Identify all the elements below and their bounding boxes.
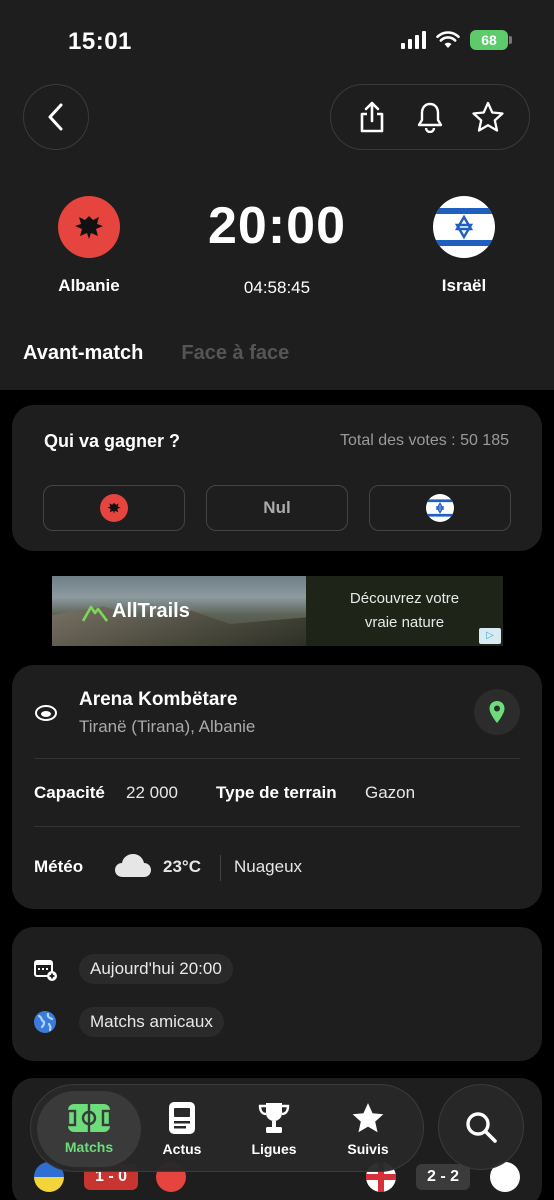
back-button[interactable] bbox=[23, 84, 89, 150]
divider bbox=[220, 855, 221, 881]
vote-home-button[interactable] bbox=[43, 485, 185, 531]
vote-away-button[interactable] bbox=[369, 485, 511, 531]
bell-icon bbox=[417, 102, 443, 133]
nav-ligues[interactable]: Ligues bbox=[241, 1085, 307, 1173]
mountain-icon bbox=[82, 605, 108, 622]
nav-label-actus: Actus bbox=[162, 1141, 202, 1157]
ad-brand: AllTrails bbox=[112, 600, 190, 622]
albania-flag-icon bbox=[100, 494, 128, 522]
venue-card: Arena Kombëtare Tiranë (Tirana), Albanie… bbox=[12, 665, 542, 909]
divider bbox=[34, 826, 520, 827]
ad-line-2: vraie nature bbox=[364, 614, 445, 631]
temperature: 23°C bbox=[163, 857, 201, 876]
bottom-tab-bar: Matchs Actus Ligues Suivis bbox=[30, 1084, 424, 1172]
nav-actus[interactable]: Actus bbox=[149, 1085, 215, 1173]
stadium-icon bbox=[35, 705, 57, 721]
chevron-left-icon bbox=[48, 103, 63, 131]
nav-suivis[interactable]: Suivis bbox=[335, 1085, 401, 1173]
nav-label-suivis: Suivis bbox=[347, 1141, 389, 1157]
tab-pre-match[interactable]: Avant-match bbox=[23, 342, 143, 365]
weather-label: Météo bbox=[34, 857, 84, 876]
match-tabs: Avant-match Face à face bbox=[23, 342, 289, 365]
signal-icon bbox=[401, 31, 426, 49]
vote-title: Qui va gagner ? bbox=[44, 431, 181, 451]
search-button[interactable] bbox=[438, 1084, 524, 1170]
vote-card: Qui va gagner ? Total des votes : 50 185… bbox=[12, 405, 542, 551]
nav-label-matchs: Matchs bbox=[64, 1139, 114, 1155]
capacity-label: Capacité bbox=[34, 783, 105, 802]
score-badge: 2 - 2 bbox=[416, 1164, 470, 1190]
star-icon bbox=[472, 101, 504, 132]
map-pin-icon bbox=[489, 701, 505, 723]
battery-level: 68 bbox=[481, 32, 497, 48]
news-icon bbox=[169, 1102, 195, 1134]
cloud-icon bbox=[115, 854, 151, 877]
home-team[interactable]: Albanie bbox=[29, 196, 149, 296]
vote-total: Total des votes : 50 185 bbox=[340, 432, 509, 449]
globe-icon bbox=[34, 1011, 56, 1033]
status-indicators: 68 bbox=[401, 30, 512, 50]
tab-head-to-head[interactable]: Face à face bbox=[181, 342, 289, 365]
map-button[interactable] bbox=[474, 689, 520, 735]
capacity-value: 22 000 bbox=[126, 783, 178, 802]
israel-flag-icon bbox=[433, 196, 495, 258]
weather-description: Nuageux bbox=[234, 857, 303, 876]
venue-city: Tiranë (Tirana), Albanie bbox=[79, 717, 256, 736]
share-icon bbox=[360, 101, 384, 133]
kickoff-time: 20:00 bbox=[208, 197, 346, 255]
share-button[interactable] bbox=[352, 97, 392, 137]
nav-label-ligues: Ligues bbox=[251, 1141, 297, 1157]
home-team-name: Albanie bbox=[58, 276, 120, 295]
countdown: 04:58:45 bbox=[243, 278, 311, 297]
search-icon bbox=[466, 1112, 497, 1143]
ad-image: AllTrails bbox=[52, 576, 306, 646]
surface-value: Gazon bbox=[365, 783, 416, 802]
nav-matchs[interactable]: Matchs bbox=[37, 1091, 141, 1167]
notifications-button[interactable] bbox=[410, 97, 450, 137]
venue-name: Arena Kombëtare bbox=[79, 689, 238, 710]
pitch-icon bbox=[67, 1104, 111, 1132]
albania-flag-icon bbox=[58, 196, 120, 258]
favorite-button[interactable] bbox=[468, 97, 508, 137]
trophy-icon bbox=[258, 1103, 290, 1133]
wifi-icon bbox=[436, 31, 460, 48]
status-time: 15:01 bbox=[68, 28, 132, 55]
match-header: 15:01 68 Albanie 20:00 04:58:45 Israël A… bbox=[0, 0, 554, 390]
divider bbox=[34, 758, 520, 759]
ad-logo: AllTrails bbox=[82, 600, 190, 623]
away-team-name: Israël bbox=[441, 276, 487, 295]
calendar-add-icon bbox=[34, 960, 57, 981]
vote-draw-button[interactable]: Nul bbox=[206, 485, 348, 531]
away-team[interactable]: Israël bbox=[404, 196, 524, 296]
header-actions bbox=[330, 84, 530, 150]
star-icon bbox=[352, 1103, 384, 1133]
battery-icon: 68 bbox=[470, 30, 512, 50]
competition-pill[interactable]: Matchs amicaux bbox=[79, 1007, 224, 1037]
surface-label: Type de terrain bbox=[216, 783, 337, 802]
ad-line-1: Découvrez votre bbox=[349, 590, 460, 607]
ad-choices-icon[interactable]: ▷ bbox=[479, 628, 501, 644]
match-info-card: Aujourd'hui 20:00 Matchs amicaux bbox=[12, 927, 542, 1061]
match-date-pill[interactable]: Aujourd'hui 20:00 bbox=[79, 954, 233, 984]
ad-copy: Découvrez votre vraie nature ▷ bbox=[306, 576, 503, 646]
ad-banner[interactable]: AllTrails Découvrez votre vraie nature ▷ bbox=[52, 576, 503, 646]
israel-flag-icon bbox=[426, 494, 454, 522]
